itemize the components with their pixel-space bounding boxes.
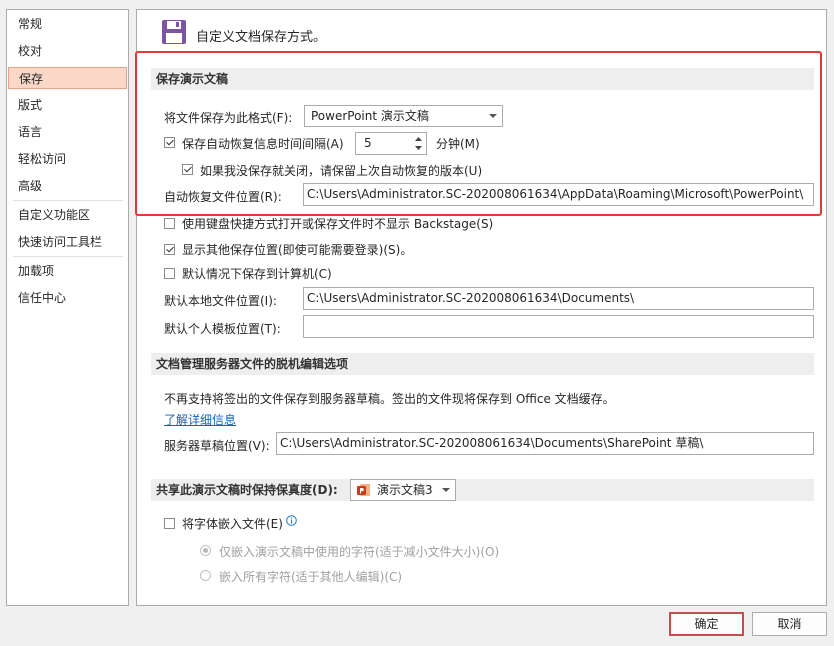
fidelity-document-select[interactable]: 演示文稿3	[350, 479, 456, 501]
chevron-down-icon	[489, 114, 497, 118]
fidelity-document-value: 演示文稿3	[377, 483, 433, 497]
default-template-location-input[interactable]	[303, 315, 814, 338]
default-local-location-input[interactable]: C:\Users\Administrator.SC-202008061634\D…	[303, 287, 814, 310]
show-other-locations-checkbox[interactable]	[164, 244, 175, 255]
save-section-header: 保存演示文稿	[151, 68, 814, 90]
sidebar-item-proofing[interactable]: 校对	[8, 40, 127, 62]
sidebar-item-layout[interactable]: 版式	[8, 94, 127, 116]
embed-fonts-checkbox[interactable]	[164, 518, 175, 529]
sidebar-item-language[interactable]: 语言	[8, 121, 127, 143]
sidebar-item-trust-center[interactable]: 信任中心	[8, 287, 127, 309]
sidebar-item-save[interactable]: 保存	[8, 67, 127, 89]
sidebar-item-add-ins[interactable]: 加载项	[8, 260, 127, 282]
embed-all-chars-radio[interactable]	[200, 570, 211, 581]
embed-fonts-label: 将字体嵌入文件(E)	[182, 517, 283, 531]
powerpoint-icon	[357, 484, 370, 496]
cancel-button[interactable]: 取消	[752, 612, 827, 636]
server-drafts-input[interactable]: C:\Users\Administrator.SC-202008061634\D…	[276, 432, 814, 455]
minutes-label: 分钟(M)	[436, 137, 480, 151]
options-category-list: 常规 校对 保存 版式 语言 轻松访问 高级 自定义功能区 快速访问工具栏 加载…	[6, 9, 129, 606]
embed-all-chars-label: 嵌入所有字符(适于其他人编辑)(C)	[219, 570, 403, 584]
format-select[interactable]: PowerPoint 演示文稿	[304, 105, 503, 127]
format-label: 将文件保存为此格式(F):	[164, 111, 293, 125]
autorecover-minutes-spinner[interactable]: 5	[355, 132, 427, 155]
save-to-computer-label: 默认情况下保存到计算机(C)	[182, 267, 332, 281]
autorecover-label: 保存自动恢复信息时间间隔(A)	[182, 137, 344, 151]
no-backstage-label: 使用键盘快捷方式打开或保存文件时不显示 Backstage(S)	[182, 217, 494, 231]
offline-editing-section-header: 文档管理服务器文件的脱机编辑选项	[151, 353, 814, 375]
default-template-location-label: 默认个人模板位置(T):	[164, 322, 281, 336]
default-local-location-label: 默认本地文件位置(I):	[164, 294, 277, 308]
spinner-arrows-icon[interactable]	[414, 135, 423, 152]
server-drafts-label: 服务器草稿位置(V):	[164, 439, 270, 453]
autorecover-location-input[interactable]: C:\Users\Administrator.SC-202008061634\A…	[303, 183, 814, 206]
chevron-down-icon	[442, 488, 450, 492]
sidebar-divider	[13, 256, 123, 257]
save-to-computer-checkbox[interactable]	[164, 268, 175, 279]
keep-last-version-label: 如果我没保存就关闭，请保留上次自动恢复的版本(U)	[200, 164, 483, 178]
format-select-value: PowerPoint 演示文稿	[311, 109, 429, 123]
show-other-locations-label: 显示其他保存位置(即使可能需要登录)(S)。	[182, 243, 413, 257]
autorecover-checkbox[interactable]	[164, 137, 175, 148]
info-icon[interactable]	[286, 515, 297, 526]
sidebar-divider	[13, 200, 123, 201]
embed-used-chars-radio[interactable]	[200, 545, 211, 556]
no-backstage-checkbox[interactable]	[164, 218, 175, 229]
floppy-disk-icon	[162, 20, 186, 44]
page-title: 自定义文档保存方式。	[196, 30, 327, 45]
offline-description: 不再支持将签出的文件保存到服务器草稿。签出的文件现将保存到 Office 文档缓…	[164, 392, 615, 406]
learn-more-link[interactable]: 了解详细信息	[164, 411, 236, 428]
keep-last-version-checkbox[interactable]	[182, 164, 193, 175]
sidebar-item-customize-ribbon[interactable]: 自定义功能区	[8, 204, 127, 226]
fidelity-section-header: 共享此演示文稿时保持保真度(D):	[151, 479, 814, 501]
options-content-panel: 自定义文档保存方式。 保存演示文稿 将文件保存为此格式(F): PowerPoi…	[136, 9, 827, 606]
sidebar-item-advanced[interactable]: 高级	[8, 175, 127, 197]
autorecover-location-label: 自动恢复文件位置(R):	[164, 190, 282, 204]
sidebar-item-accessibility[interactable]: 轻松访问	[8, 148, 127, 170]
ok-button[interactable]: 确定	[669, 612, 744, 636]
autorecover-minutes-value: 5	[364, 136, 372, 150]
sidebar-item-quick-access-toolbar[interactable]: 快速访问工具栏	[8, 231, 127, 253]
embed-used-chars-label: 仅嵌入演示文稿中使用的字符(适于减小文件大小)(O)	[219, 545, 500, 559]
sidebar-item-general[interactable]: 常规	[8, 13, 127, 35]
